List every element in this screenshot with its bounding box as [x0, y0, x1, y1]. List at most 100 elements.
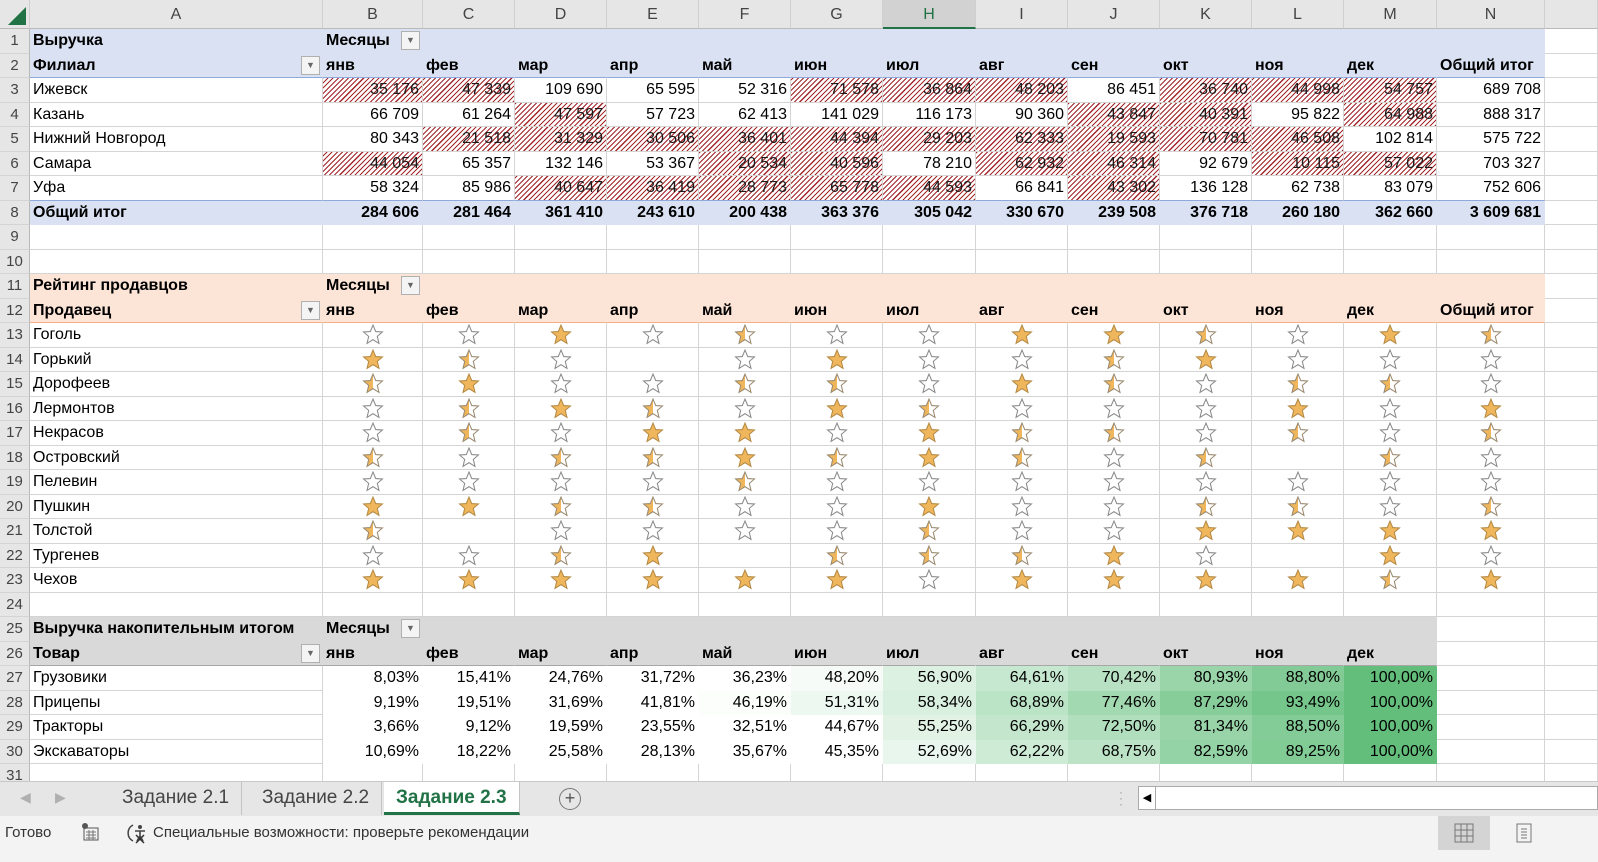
cell[interactable]	[791, 445, 883, 470]
cell[interactable]	[423, 617, 515, 642]
table-cell[interactable]	[1545, 127, 1598, 152]
cell[interactable]	[1545, 641, 1598, 666]
cell[interactable]: 87,29%	[1160, 690, 1252, 715]
cell[interactable]	[323, 347, 423, 372]
cell[interactable]	[423, 470, 515, 495]
cell[interactable]: Филиал ▼	[30, 53, 323, 78]
cell[interactable]	[976, 421, 1068, 446]
cell[interactable]: 305 042	[883, 200, 976, 225]
cell[interactable]	[515, 396, 607, 421]
table-cell[interactable]: 10 115	[1252, 151, 1344, 176]
row-header-31[interactable]: 31	[0, 764, 30, 781]
cell[interactable]	[883, 519, 976, 544]
table-cell[interactable]: 65 595	[607, 78, 699, 103]
cell[interactable]: июн	[791, 53, 883, 78]
row-header-29[interactable]: 29	[0, 715, 30, 740]
cell[interactable]: 31,69%	[515, 690, 607, 715]
cell[interactable]	[883, 421, 976, 446]
cell[interactable]	[883, 568, 976, 593]
cell[interactable]	[976, 494, 1068, 519]
cell[interactable]	[515, 347, 607, 372]
cell[interactable]: Толстой	[30, 519, 323, 544]
cell[interactable]	[791, 225, 883, 250]
cell[interactable]	[1545, 470, 1598, 495]
cell[interactable]: 260 180	[1252, 200, 1344, 225]
cell[interactable]	[699, 764, 791, 781]
cell[interactable]	[883, 249, 976, 274]
cell[interactable]: 81,34%	[1160, 715, 1252, 740]
table-cell[interactable]: 62 333	[976, 127, 1068, 152]
cell[interactable]	[423, 29, 515, 54]
table-cell[interactable]: 65 357	[423, 151, 515, 176]
cell[interactable]	[1160, 470, 1252, 495]
cell[interactable]	[883, 29, 976, 54]
cell[interactable]: фев	[423, 641, 515, 666]
cell[interactable]	[1545, 445, 1598, 470]
cell[interactable]	[1252, 347, 1344, 372]
cell[interactable]	[1437, 543, 1545, 568]
table-cell[interactable]: 52 316	[699, 78, 791, 103]
column-header-I[interactable]: I	[976, 0, 1068, 29]
cell[interactable]	[1252, 519, 1344, 544]
cell[interactable]	[976, 568, 1068, 593]
table-cell[interactable]: 46 314	[1068, 151, 1160, 176]
cell[interactable]: Пушкин	[30, 494, 323, 519]
cell[interactable]	[1545, 592, 1598, 617]
table-cell[interactable]: 48 203	[976, 78, 1068, 103]
cell[interactable]	[699, 225, 791, 250]
table-cell[interactable]: 44 054	[323, 151, 423, 176]
cell[interactable]	[1437, 372, 1545, 397]
cell[interactable]	[791, 396, 883, 421]
cell[interactable]	[515, 592, 607, 617]
cell[interactable]	[323, 445, 423, 470]
cell[interactable]	[515, 764, 607, 781]
cell[interactable]: дек	[1344, 641, 1437, 666]
cell[interactable]	[607, 592, 699, 617]
cell[interactable]: 9,12%	[423, 715, 515, 740]
cell[interactable]	[1068, 396, 1160, 421]
cell[interactable]: апр	[607, 298, 699, 323]
cell[interactable]: 10,69%	[323, 739, 423, 764]
cell[interactable]: 70,42%	[1068, 666, 1160, 691]
cell[interactable]	[1545, 764, 1598, 781]
cell[interactable]	[607, 470, 699, 495]
months-filter-dropdown[interactable]: ▼	[401, 619, 420, 638]
cell[interactable]	[1252, 617, 1344, 642]
table-cell[interactable]: 43 302	[1068, 176, 1160, 201]
cell[interactable]	[791, 29, 883, 54]
cell[interactable]: фев	[423, 53, 515, 78]
cell[interactable]	[1068, 764, 1160, 781]
cell[interactable]	[607, 421, 699, 446]
cell[interactable]	[1160, 543, 1252, 568]
cell[interactable]	[1545, 715, 1598, 740]
cell[interactable]	[883, 543, 976, 568]
tab-zadanie-2-1[interactable]: Задание 2.1	[110, 782, 243, 815]
cell[interactable]	[1068, 323, 1160, 348]
cell[interactable]	[791, 470, 883, 495]
cell[interactable]	[515, 225, 607, 250]
table-cell[interactable]: 703 327	[1437, 151, 1545, 176]
table-cell[interactable]: 86 451	[1068, 78, 1160, 103]
cell[interactable]: 23,55%	[607, 715, 699, 740]
cell[interactable]	[30, 764, 323, 781]
cell[interactable]	[1068, 592, 1160, 617]
cell[interactable]: фев	[423, 298, 515, 323]
cell[interactable]	[1344, 29, 1437, 54]
cell[interactable]: Выручка накопительным итогом	[30, 617, 323, 642]
cell[interactable]	[976, 347, 1068, 372]
cell[interactable]	[1068, 494, 1160, 519]
cell[interactable]	[423, 274, 515, 299]
cell[interactable]: Месяцы ▼	[323, 274, 423, 299]
table-cell[interactable]: 102 814	[1344, 127, 1437, 152]
cell[interactable]	[1344, 764, 1437, 781]
cell[interactable]	[1344, 494, 1437, 519]
table-cell[interactable]: 78 210	[883, 151, 976, 176]
cell[interactable]	[1068, 421, 1160, 446]
cell[interactable]: 64,61%	[976, 666, 1068, 691]
cell[interactable]: 55,25%	[883, 715, 976, 740]
cell[interactable]	[1545, 298, 1598, 323]
cell[interactable]: мар	[515, 53, 607, 78]
cell[interactable]: янв	[323, 641, 423, 666]
cell[interactable]	[1344, 445, 1437, 470]
cell[interactable]: Общий итог	[30, 200, 323, 225]
